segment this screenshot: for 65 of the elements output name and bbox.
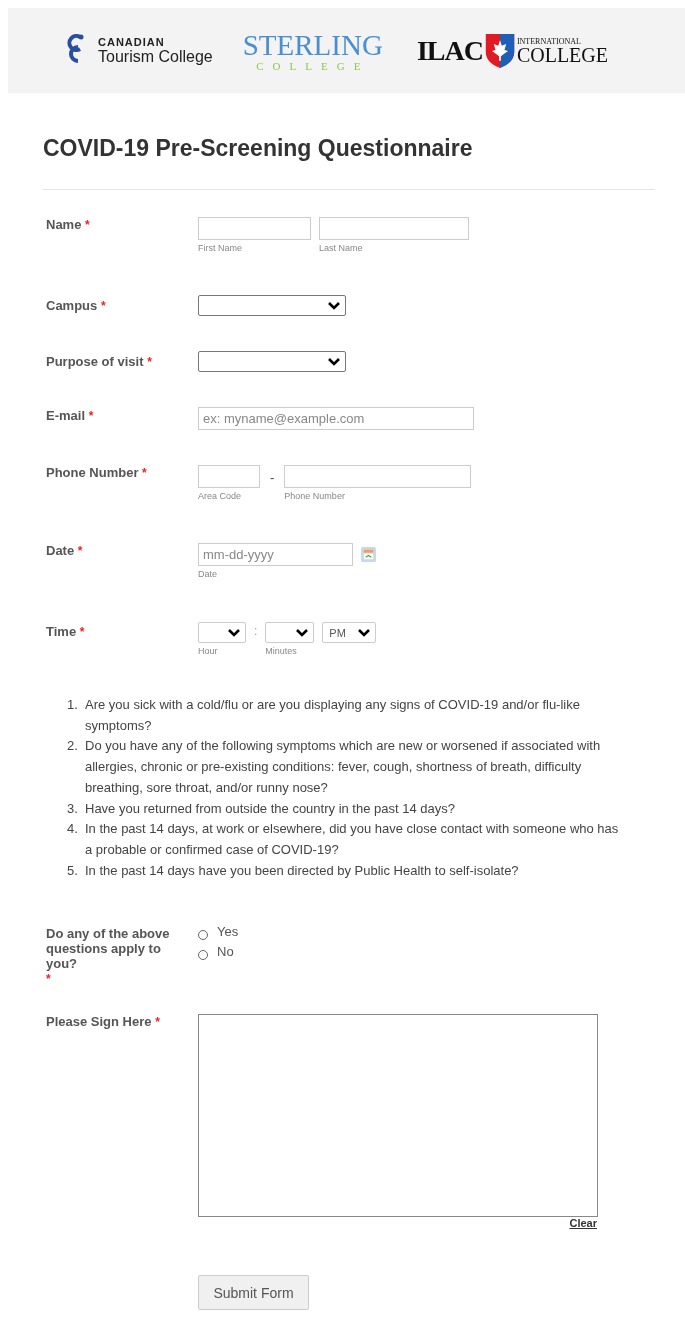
- logo-text: COLLEGE: [256, 59, 370, 72]
- sublabel: First Name: [198, 243, 243, 253]
- required-mark: *: [46, 972, 51, 987]
- list-number: 5.: [67, 861, 79, 880]
- question-text: In the past 14 days have you been directed by Public Health to self-isolate?: [85, 861, 519, 880]
- logo-text: INTERNATIONAL: [516, 37, 582, 46]
- separator-text: -: [269, 469, 276, 485]
- option-label: Yes: [217, 923, 239, 939]
- logo-text: STERLING: [242, 29, 383, 60]
- logo-text: Tourism College: [98, 47, 213, 66]
- field-label: Campus: [46, 298, 98, 313]
- separator-text: :: [254, 623, 258, 638]
- field-label: Do any of the above questions apply to you?: [46, 926, 170, 972]
- question-text: Are you sick with a cold/flu or are you displaying any signs of COVID-19 and/or flu-like symptoms?: [85, 696, 581, 735]
- field-label: Phone Number: [46, 465, 139, 480]
- question-text: Have you returned from outside the country in the past 14 days?: [85, 799, 455, 818]
- input-field[interactable]: [284, 465, 472, 488]
- dropdown[interactable]: PM: [322, 622, 377, 643]
- list-number: 4.: [67, 820, 79, 839]
- field-label: Date: [46, 543, 75, 558]
- dropdown[interactable]: [265, 622, 315, 643]
- required-mark: *: [100, 299, 106, 313]
- list-number: 1.: [67, 696, 79, 714]
- field-label: Name: [46, 217, 82, 232]
- form-title: COVID-19 Pre-Screening Questionnaire: [43, 135, 474, 162]
- chevron-icon: [227, 627, 241, 638]
- option-label: No: [217, 943, 234, 959]
- field-label: E-mail: [46, 408, 85, 423]
- chevron-icon: [327, 356, 341, 367]
- input-field[interactable]: mm-dd-yyyy: [198, 543, 353, 566]
- input-field[interactable]: [319, 217, 469, 240]
- required-mark: *: [142, 466, 147, 480]
- field-label: Time: [46, 624, 77, 639]
- chevron-icon: [357, 627, 372, 638]
- clear-link[interactable]: Clear: [569, 1217, 597, 1230]
- sublabel: Last Name: [319, 243, 364, 253]
- chevron-icon: [327, 300, 341, 311]
- logo-text: ILAC: [416, 34, 483, 67]
- submit-button[interactable]: Submit Form: [198, 1275, 309, 1311]
- sublabel: Date: [198, 569, 218, 579]
- required-mark: *: [79, 625, 85, 639]
- required-mark: *: [88, 409, 94, 423]
- required-mark: *: [147, 355, 152, 369]
- field-label: Please Sign Here: [46, 1014, 152, 1030]
- required-mark: *: [155, 1015, 160, 1030]
- sublabel: Minutes: [265, 646, 298, 656]
- list-number: 2.: [67, 737, 79, 756]
- dropdown[interactable]: [198, 622, 246, 643]
- required-mark: *: [77, 544, 83, 558]
- shield-icon: [483, 31, 516, 70]
- sublabel: Hour: [198, 646, 219, 656]
- sublabel: Area Code: [198, 491, 243, 501]
- calendar-icon: [361, 547, 376, 562]
- logo-text: COLLEGE: [516, 46, 608, 64]
- sublabel: Phone Number: [284, 491, 346, 501]
- question-text: Do you have any of the following symptoms which are new or worsened if associated with allergies, chronic or pre-existing conditions: fever, cough, shortness of breath, difficulty breathing, sore throat, and/or runny nose?: [85, 737, 602, 797]
- input-field[interactable]: [198, 465, 260, 488]
- input-field[interactable]: ex: myname@example.com: [198, 407, 474, 430]
- field-label: Purpose of visit: [46, 354, 144, 369]
- required-mark: *: [85, 218, 90, 232]
- question-text: In the past 14 days, at work or elsewhere, did you have close contact with someone who has a probable or confirmed case of COVID-19?: [85, 820, 620, 859]
- logo-text: CANADIAN: [98, 35, 166, 48]
- chevron-icon: [295, 627, 310, 638]
- list-number: 3.: [67, 799, 79, 818]
- input-field[interactable]: [198, 217, 311, 240]
